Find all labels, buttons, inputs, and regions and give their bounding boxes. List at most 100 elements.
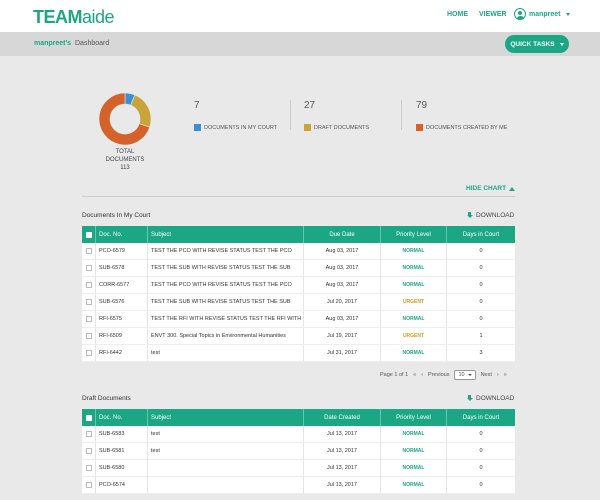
days-in-court: 0 [479,482,483,488]
select-all-checkbox[interactable] [85,231,92,238]
days-in-court: 1 [479,333,483,339]
row-checkbox[interactable] [85,265,92,271]
doc-number[interactable]: RFI-6442 [96,345,148,361]
row-checkbox[interactable] [85,448,92,454]
stat-court[interactable]: 7 DOCUMENTS IN MY COURT [194,100,277,131]
user-menu[interactable]: manpreet [514,8,570,20]
quick-tasks-label: QUICK TASKS [510,40,555,48]
previous-button[interactable]: Previous [428,372,449,378]
doc-number[interactable]: PCO-6579 [96,243,148,259]
quick-tasks-button[interactable]: QUICK TASKS [505,35,569,53]
next-button[interactable]: Next [481,372,492,378]
days-in-court: 0 [479,316,483,322]
doc-date: Aug 03, 2017 [304,311,381,327]
court-download-button[interactable]: DOWNLOAD [466,212,514,219]
pagination: Page 1 of 1 « ‹ Previous 10 Next › » [380,370,507,380]
download-icon [466,212,473,219]
column-header[interactable]: Days in Court [447,226,515,243]
column-header[interactable]: Days in Court [447,409,515,426]
days-in-court: 0 [479,448,483,454]
row-checkbox[interactable] [85,316,92,322]
page-size-select[interactable]: 10 [454,370,476,380]
doc-number[interactable]: SUB-6576 [96,294,148,310]
row-checkbox[interactable] [85,431,92,437]
table-row[interactable]: PCO-6579 TEST THE PCO WITH REVISE STATUS … [82,243,515,260]
prev-page-icon[interactable]: ‹ [421,372,423,378]
table-row[interactable]: RFI-6509 ENVT 300. Special Topics in Envi… [82,328,515,345]
doc-number[interactable]: RFI-6575 [96,311,148,327]
table-row[interactable]: RFI-6575 TEST THE RFI WITH REVISE STATUS … [82,311,515,328]
priority-badge: NORMAL [402,248,425,254]
doc-subject: TEST THE SUB WITH REVISE STATUS TEST THE… [148,260,304,276]
download-icon [466,395,473,402]
row-checkbox[interactable] [85,333,92,339]
table-row[interactable]: SUB-6581 test Jul 13, 2017 NORMAL 0 [82,443,515,460]
table-row[interactable]: SUB-6578 TEST THE SUB WITH REVISE STATUS … [82,260,515,277]
divider [82,196,515,197]
table-row[interactable]: CORR-6577 TEST THE PCO WITH REVISE STATUS… [82,277,515,294]
app-logo[interactable]: TEAMaide [33,7,115,28]
drafts-table: Doc. No. Subject Date Created Priority L… [82,409,515,494]
breadcrumb-bar: manpreet's Dashboard QUICK TASKS [0,32,600,56]
drafts-download-button[interactable]: DOWNLOAD [466,395,514,402]
column-header[interactable]: Date Created [304,409,381,426]
row-checkbox[interactable] [85,248,92,254]
chevron-down-icon [559,42,564,46]
doc-date: Jul 13, 2017 [304,460,381,476]
court-legend-swatch [194,124,201,131]
top-navbar: TEAMaide HOME VIEWER manpreet [0,0,600,32]
doc-number[interactable]: SUB-6581 [96,443,148,459]
first-page-button[interactable]: « [413,372,416,378]
doc-date: Aug 03, 2017 [304,277,381,293]
hide-chart-toggle[interactable]: HIDE CHART [466,185,516,192]
doc-date: Aug 03, 2017 [304,243,381,259]
select-all-checkbox[interactable] [85,414,92,421]
last-page-button[interactable]: » [504,372,507,378]
doc-number[interactable]: PCO-6574 [96,477,148,493]
row-checkbox[interactable] [85,482,92,488]
download-label: DOWNLOAD [476,212,515,219]
priority-badge: NORMAL [402,282,425,288]
court-section-title: Documents In My Court [82,212,151,219]
nav-home-link[interactable]: HOME [447,11,468,18]
column-header[interactable]: Doc. No. [96,409,148,426]
doc-number[interactable]: RFI-6509 [96,328,148,344]
draft-legend-label: DRAFT DOCUMENTS [314,124,370,131]
column-header[interactable]: Subject [148,226,304,243]
column-header[interactable]: Doc. No. [96,226,148,243]
doc-subject: test [148,345,304,361]
doc-number[interactable]: SUB-6583 [96,426,148,442]
days-in-court: 0 [479,299,483,305]
column-header[interactable]: Priority Level [381,409,447,426]
row-checkbox[interactable] [85,465,92,471]
draft-slice[interactable] [130,94,152,128]
created-count: 79 [416,100,428,111]
total-documents-label: TOTAL DOCUMENTS 113 [95,148,155,172]
column-header[interactable]: Due Date [304,226,381,243]
days-in-court: 0 [479,465,483,471]
doc-date: Jul 19, 2017 [304,328,381,344]
page-info: Page 1 of 1 [380,372,409,378]
table-row[interactable]: PCO-6574 Jul 13, 2017 NORMAL 0 [82,477,515,494]
row-checkbox[interactable] [85,282,92,288]
table-row[interactable]: SUB-6583 test Jul 13, 2017 NORMAL 0 [82,426,515,443]
stat-drafts[interactable]: 27 DRAFT DOCUMENTS [304,100,369,131]
next-page-icon[interactable]: › [497,372,499,378]
doc-number[interactable]: SUB-6578 [96,260,148,276]
stat-created[interactable]: 79 DOCUMENTS CREATED BY ME [416,100,507,131]
column-header[interactable]: Priority Level [381,226,447,243]
row-checkbox[interactable] [85,299,92,305]
doc-subject: TEST THE PCO WITH REVISE STATUS TEST THE… [148,243,304,259]
days-in-court: 0 [479,282,483,288]
doc-subject: test [148,443,304,459]
doc-date: Aug 03, 2017 [304,260,381,276]
nav-viewer-link[interactable]: VIEWER [479,11,507,18]
chevron-down-icon [467,374,472,376]
doc-number[interactable]: CORR-6577 [96,277,148,293]
table-row[interactable]: SUB-6580 Jul 13, 2017 NORMAL 0 [82,460,515,477]
table-row[interactable]: SUB-6576 TEST THE SUB WITH REVISE STATUS … [82,294,515,311]
column-header[interactable]: Subject [148,409,304,426]
row-checkbox[interactable] [85,350,92,356]
table-row[interactable]: RFI-6442 test Jul 31, 2017 NORMAL 3 [82,345,515,362]
doc-number[interactable]: SUB-6580 [96,460,148,476]
